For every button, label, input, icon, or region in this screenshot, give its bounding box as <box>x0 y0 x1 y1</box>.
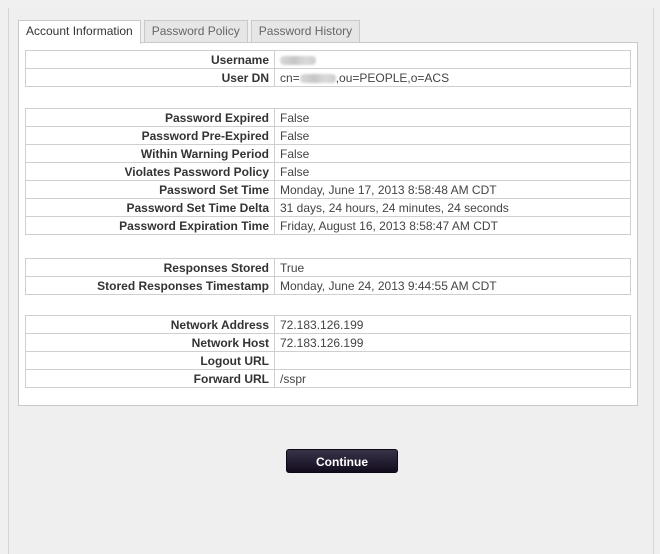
password-expired-value: False <box>274 108 631 127</box>
password-set-time-label: Password Set Time <box>25 180 275 199</box>
password-pre-expired-value: False <box>274 126 631 145</box>
table-row: Password Expiration Time Friday, August … <box>25 216 631 235</box>
password-status-table: Password Expired False Password Pre-Expi… <box>25 108 631 235</box>
tab-account-information[interactable]: Account Information <box>18 20 141 44</box>
password-set-time-delta-value: 31 days, 24 hours, 24 minutes, 24 second… <box>274 198 631 217</box>
table-row: Forward URL /sspr <box>25 369 631 388</box>
responses-table: Responses Stored True Stored Responses T… <box>25 258 631 295</box>
page: Account Information Password Policy Pass… <box>0 0 660 554</box>
table-row: Password Pre-Expired False <box>25 126 631 145</box>
network-address-value: 72.183.126.199 <box>274 315 631 334</box>
userdn-suffix: ,ou=PEOPLE,o=ACS <box>335 70 450 85</box>
logout-url-value <box>274 351 631 370</box>
password-pre-expired-label: Password Pre-Expired <box>25 126 275 145</box>
userdn-prefix: cn= <box>280 70 300 85</box>
table-row: Violates Password Policy False <box>25 162 631 181</box>
table-row: Stored Responses Timestamp Monday, June … <box>25 276 631 295</box>
table-row: Logout URL <box>25 351 631 370</box>
table-row: Network Host 72.183.126.199 <box>25 333 631 352</box>
network-table: Network Address 72.183.126.199 Network H… <box>25 315 631 388</box>
logout-url-label: Logout URL <box>25 351 275 370</box>
password-set-time-delta-label: Password Set Time Delta <box>25 198 275 217</box>
table-row: User DN cn= ,ou=PEOPLE,o=ACS <box>25 68 631 87</box>
password-expiration-time-label: Password Expiration Time <box>25 216 275 235</box>
forward-url-label: Forward URL <box>25 369 275 388</box>
within-warning-period-value: False <box>274 144 631 163</box>
within-warning-period-label: Within Warning Period <box>25 144 275 163</box>
network-address-label: Network Address <box>25 315 275 334</box>
continue-button[interactable]: Continue <box>286 449 398 473</box>
userdn-label: User DN <box>25 68 275 87</box>
forward-url-value: /sspr <box>274 369 631 388</box>
username-label: Username <box>25 50 275 69</box>
responses-stored-label: Responses Stored <box>25 258 275 277</box>
redacted-username <box>280 55 316 65</box>
violates-password-policy-label: Violates Password Policy <box>25 162 275 181</box>
redacted-userdn <box>299 73 336 83</box>
stored-responses-timestamp-value: Monday, June 24, 2013 9:44:55 AM CDT <box>274 276 631 295</box>
table-row: Password Set Time Delta 31 days, 24 hour… <box>25 198 631 217</box>
table-row: Responses Stored True <box>25 258 631 277</box>
userdn-value: cn= ,ou=PEOPLE,o=ACS <box>274 68 631 87</box>
stored-responses-timestamp-label: Stored Responses Timestamp <box>25 276 275 295</box>
table-row: Password Set Time Monday, June 17, 2013 … <box>25 180 631 199</box>
table-row: Password Expired False <box>25 108 631 127</box>
account-information-panel: Username User DN cn= ,ou=PEOPLE,o=ACS Pas… <box>18 42 638 406</box>
network-host-label: Network Host <box>25 333 275 352</box>
username-value <box>274 50 631 69</box>
password-set-time-value: Monday, June 17, 2013 8:58:48 AM CDT <box>274 180 631 199</box>
network-host-value: 72.183.126.199 <box>274 333 631 352</box>
tab-password-policy[interactable]: Password Policy <box>143 20 248 43</box>
password-expiration-time-value: Friday, August 16, 2013 8:58:47 AM CDT <box>274 216 631 235</box>
table-row: Within Warning Period False <box>25 144 631 163</box>
password-expired-label: Password Expired <box>25 108 275 127</box>
tab-password-history[interactable]: Password History <box>250 20 361 43</box>
table-row: Network Address 72.183.126.199 <box>25 315 631 334</box>
violates-password-policy-value: False <box>274 162 631 181</box>
responses-stored-value: True <box>274 258 631 277</box>
tab-bar: Account Information Password Policy Pass… <box>18 20 363 44</box>
identity-table: Username User DN cn= ,ou=PEOPLE,o=ACS <box>25 50 631 87</box>
table-row: Username <box>25 50 631 69</box>
